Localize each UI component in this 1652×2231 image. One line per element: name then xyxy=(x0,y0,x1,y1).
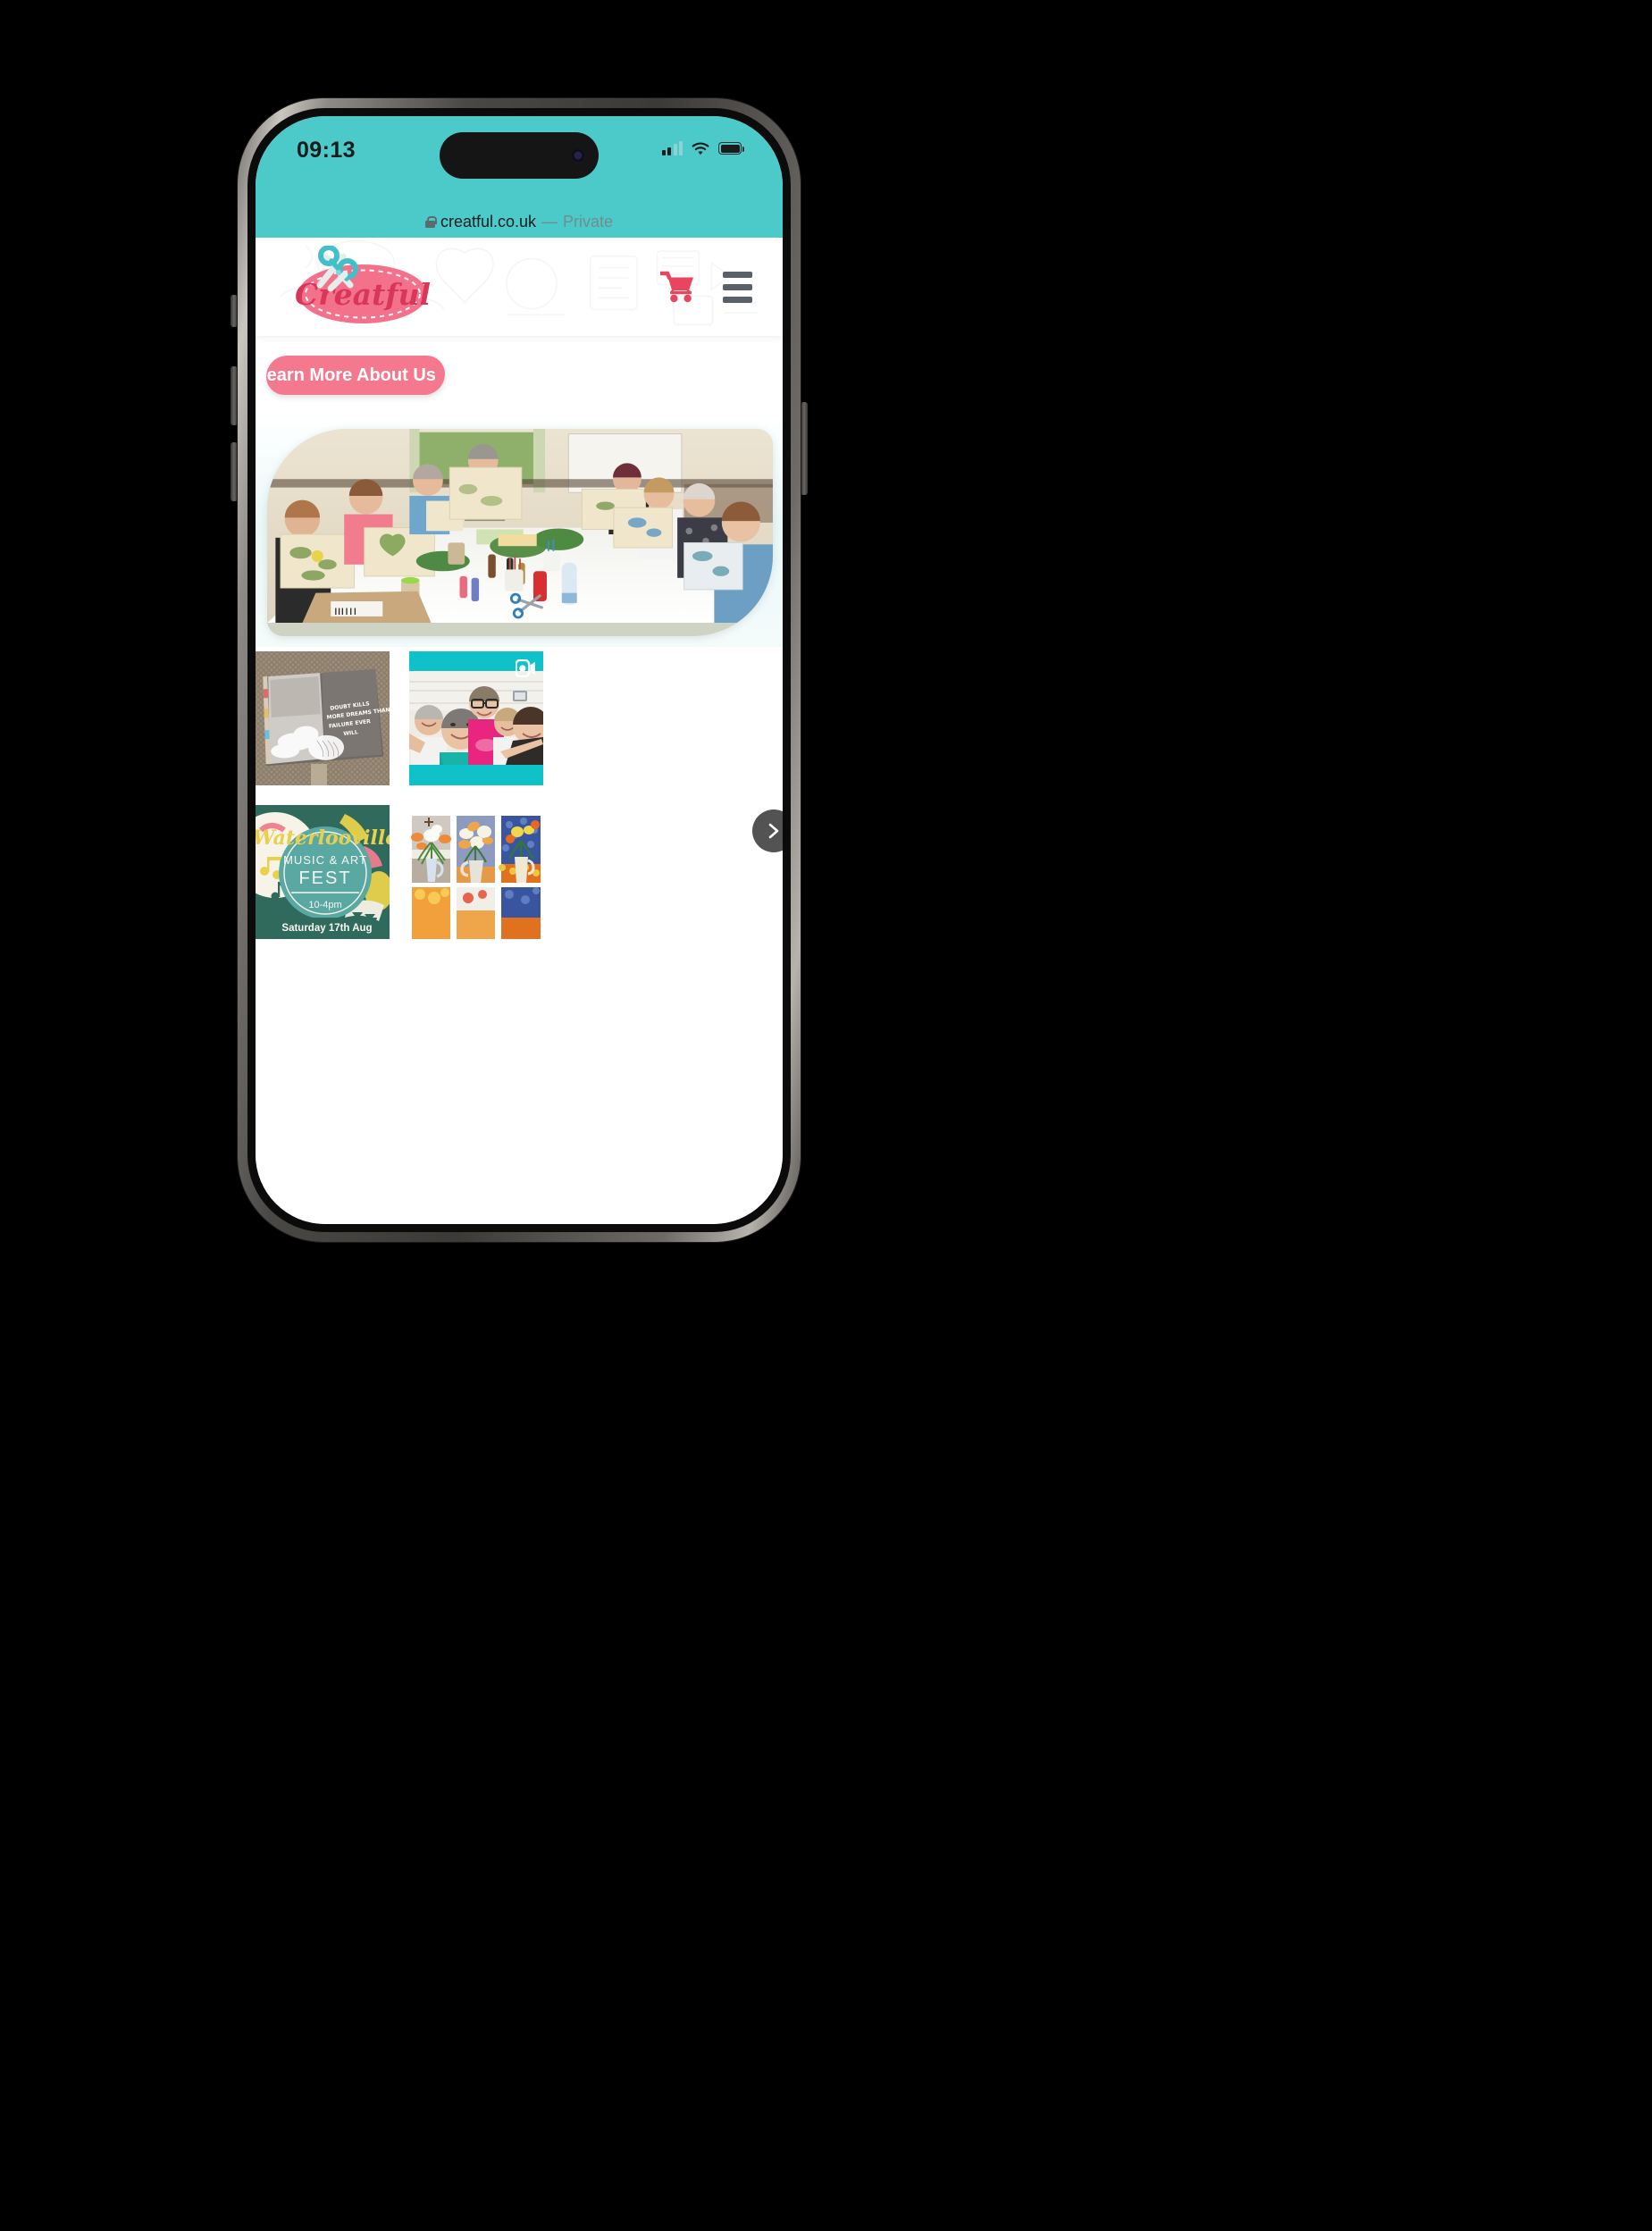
phone-screen: 09:13 creatful.co.uk — Private Creatful … xyxy=(256,116,783,1224)
logo-wordmark: Creatful xyxy=(295,277,431,312)
browser-url-bar[interactable]: creatful.co.uk — Private xyxy=(256,205,783,238)
hero-workshop-photo[interactable] xyxy=(267,429,773,636)
phone-bezel: 09:13 creatful.co.uk — Private Creatful … xyxy=(247,108,791,1232)
instagram-feed-section: DOUBT KILLS MORE DREAMS THAN FAILURE EVE… xyxy=(256,647,783,939)
cta-section: Learn More About Us » xyxy=(256,336,783,422)
cellular-signal-icon xyxy=(661,141,683,155)
workshop-photo-illustration xyxy=(267,429,773,624)
flower-paintings-image xyxy=(409,805,543,939)
front-camera-icon xyxy=(572,149,584,162)
feed-row: Waterlooville MUSIC & ART FEST 10-4pm Sa… xyxy=(256,805,783,939)
power-button[interactable] xyxy=(801,402,808,495)
flower-paintings-post[interactable] xyxy=(409,805,543,939)
feed-row: DOUBT KILLS MORE DREAMS THAN FAILURE EVE… xyxy=(256,651,783,785)
volume-down-button[interactable] xyxy=(231,442,238,501)
poster-fest: FEST xyxy=(298,868,351,888)
url-separator: — xyxy=(541,212,558,231)
lock-icon xyxy=(424,215,438,228)
iphone-device-frame: 09:13 creatful.co.uk — Private Creatful … xyxy=(238,98,801,1242)
status-indicators xyxy=(661,138,745,155)
shopping-cart-icon[interactable] xyxy=(658,271,696,303)
sketchbook-image: DOUBT KILLS MORE DREAMS THAN FAILURE EVE… xyxy=(256,651,390,785)
sketchbook-post[interactable]: DOUBT KILLS MORE DREAMS THAN FAILURE EVE… xyxy=(256,651,390,785)
hamburger-menu-icon[interactable] xyxy=(723,271,752,303)
site-header: Creatful xyxy=(256,238,783,336)
poster-subtitle: MUSIC & ART xyxy=(283,853,367,867)
cta-label: Learn More About Us xyxy=(256,365,436,385)
status-bar: 09:13 xyxy=(256,116,783,205)
private-browsing-label: Private xyxy=(563,212,614,231)
status-clock: 09:13 xyxy=(297,138,356,163)
instagram-reel-icon xyxy=(515,658,535,678)
hero-section xyxy=(256,422,783,647)
group-selfie-post[interactable] xyxy=(409,651,543,785)
wifi-icon xyxy=(692,142,709,155)
learn-more-about-us-button[interactable]: Learn More About Us » xyxy=(256,356,457,395)
creatful-logo[interactable]: Creatful xyxy=(281,245,440,328)
reel-bottom-band xyxy=(409,765,543,785)
double-chevron-right-icon: » xyxy=(446,365,457,385)
webpage-viewport[interactable]: Creatful Learn More About Us » DOUBT KIL… xyxy=(256,238,783,1224)
poster-time: 10-4pm xyxy=(308,900,341,910)
url-domain: creatful.co.uk xyxy=(440,212,537,231)
header-actions xyxy=(658,271,752,303)
battery-icon xyxy=(718,142,745,155)
poster-title: Waterlooville xyxy=(256,826,390,850)
dynamic-island xyxy=(440,132,599,179)
chevron-right-icon xyxy=(768,823,779,839)
waterlooville-poster-image: Waterlooville MUSIC & ART FEST 10-4pm Sa… xyxy=(256,805,390,939)
silent-switch[interactable] xyxy=(231,295,238,327)
poster-date: Saturday 17th Aug xyxy=(281,923,372,934)
screenshot-canvas: 09:13 creatful.co.uk — Private Creatful … xyxy=(0,0,1652,2231)
volume-up-button[interactable] xyxy=(231,366,238,425)
waterlooville-fest-post[interactable]: Waterlooville MUSIC & ART FEST 10-4pm Sa… xyxy=(256,805,390,939)
